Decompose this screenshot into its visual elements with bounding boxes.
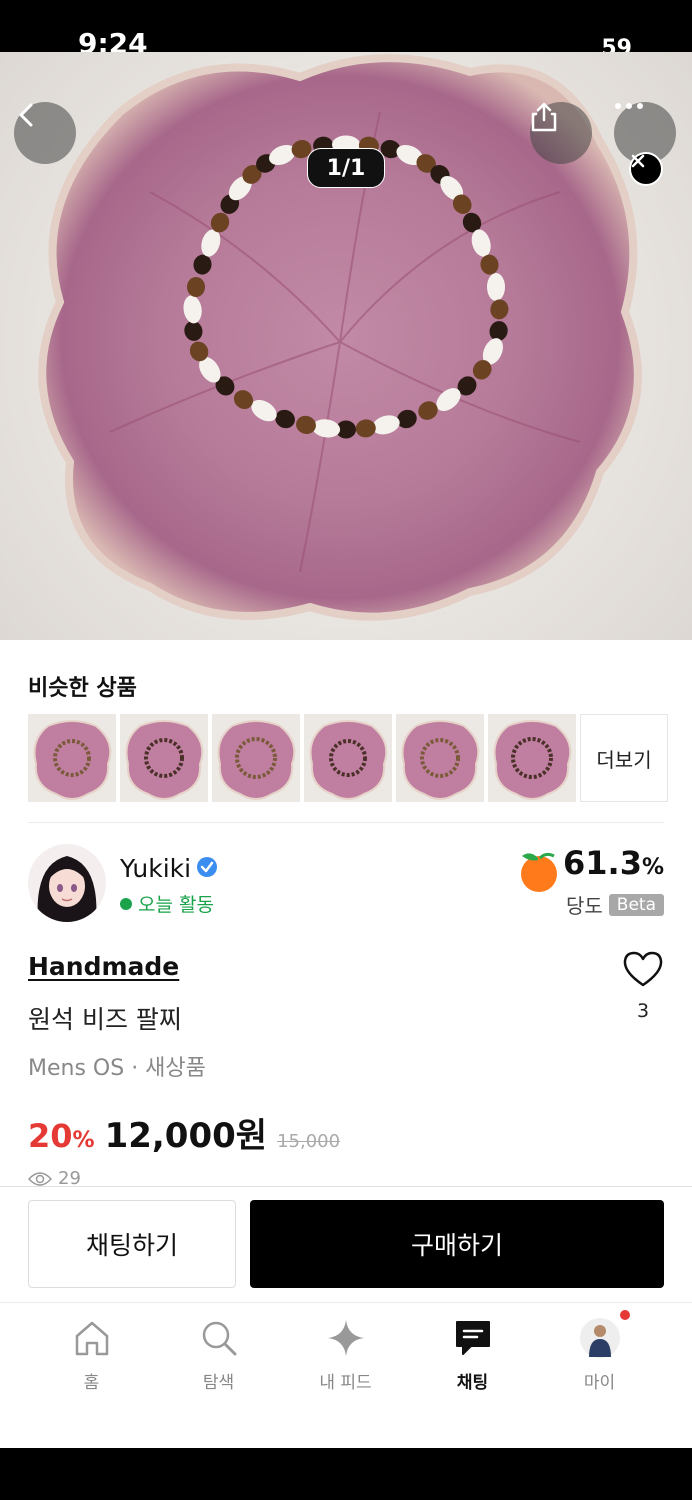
status-time: 9:24 [78,27,148,53]
ellipsis-icon [615,103,643,109]
similar-product-thumb[interactable] [28,714,116,802]
tab-my[interactable]: 마이 [536,1310,663,1406]
divider [0,1302,692,1303]
home-indicator-area [0,1448,692,1500]
activity-label: 오늘 활동 [138,894,214,916]
similar-product-thumb[interactable] [120,714,208,802]
buy-button[interactable]: 구매하기 [250,1200,664,1288]
thumb-image [125,720,204,800]
tab-my-feed[interactable]: 내 피드 [282,1316,409,1406]
product-meta: Mens OS · 새상품 [28,1056,206,1081]
brand-link[interactable]: Handmade [28,952,179,981]
bracelet-bead [187,277,205,297]
avatar-illustration [28,844,106,922]
divider [0,1186,692,1187]
price-row: 20% 12,000원 15,000 [28,1108,340,1157]
chat-icon [455,1321,490,1355]
bottom-tab-bar: 홈 탐색 내 피드 채팅 마이 [0,1310,692,1406]
tab-label: 채팅 [456,1373,489,1393]
tab-label: 탐색 [202,1373,235,1393]
thumb-image [309,720,388,800]
verified-badge-icon [197,857,217,877]
similar-products-title: 비슷한 상품 [28,676,137,701]
notification-dot [619,1310,630,1320]
share-button[interactable] [530,102,592,164]
sweetness-score[interactable]: 61.3% 당도 Beta [563,844,664,919]
thumb-image [493,720,572,800]
tab-search[interactable]: 탐색 [155,1316,282,1406]
sweetness-label: 당도 [565,894,603,918]
product-detail: 비슷한 상품 더보기 Yukiki 오늘 활동 61.3% 당도 Beta Ha… [0,640,692,1448]
heart-icon [623,951,663,987]
eye-icon [28,1171,52,1186]
close-overlay-button[interactable] [629,152,663,186]
similar-product-thumb[interactable] [304,714,392,802]
beta-badge: Beta [608,893,664,916]
tab-label: 마이 [583,1373,616,1393]
thumb-image [217,720,296,800]
original-price: 15,000 [277,1131,341,1152]
sparkle-icon [327,1320,364,1356]
product-title: 원석 비즈 팔찌 [28,1005,182,1034]
sweetness-unit: % [641,855,664,880]
similar-product-thumb[interactable] [212,714,300,802]
tab-chat[interactable]: 채팅 [409,1316,536,1406]
seller-info[interactable]: Yukiki 오늘 활동 61.3% 당도 Beta [28,844,664,924]
see-more-button[interactable]: 더보기 [580,714,668,802]
discount-rate: 20% [28,1117,95,1155]
similar-product-thumb[interactable] [488,714,576,802]
search-icon [202,1321,236,1356]
status-bar: 9:24 59 [0,0,692,52]
seller-avatar[interactable] [28,844,106,922]
home-icon [75,1321,108,1356]
bracelet-bead [487,273,505,301]
sweetness-value: 61.3 [563,844,642,882]
online-dot-icon [120,897,132,910]
discount-value: 20 [28,1117,73,1155]
like-button[interactable]: 3 [620,950,666,1022]
tab-home[interactable]: 홈 [28,1316,155,1406]
product-image-gallery[interactable]: 1/1 [0,52,692,640]
profile-avatar-icon [579,1318,620,1358]
chat-button[interactable]: 채팅하기 [28,1200,236,1288]
close-icon [631,154,645,168]
tab-label: 내 피드 [319,1373,372,1393]
activity-status: 오늘 활동 [120,890,214,917]
like-count: 3 [636,1000,650,1022]
chevron-left-icon [19,103,33,127]
tab-label: 홈 [83,1373,100,1393]
share-icon [531,102,557,132]
sale-price: 12,000원 [104,1116,268,1156]
seller-name[interactable]: Yukiki [120,854,191,883]
similar-product-thumb[interactable] [396,714,484,802]
peach-icon [521,852,557,892]
similar-products-list: 더보기 [28,714,668,802]
divider [28,822,664,823]
status-battery: 59 [601,36,632,52]
thumb-image [401,720,480,800]
thumb-image [33,720,112,800]
discount-unit: % [72,1128,95,1153]
back-button[interactable] [14,102,76,164]
image-counter: 1/1 [307,148,385,188]
